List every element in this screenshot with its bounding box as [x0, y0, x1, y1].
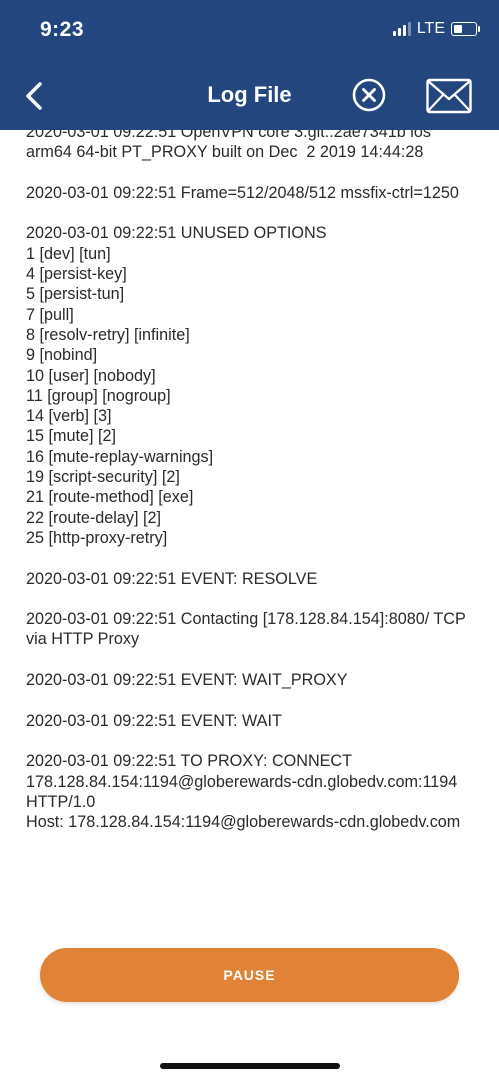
- status-time: 9:23: [40, 18, 85, 41]
- clear-log-button[interactable]: [352, 78, 386, 112]
- home-indicator: [160, 1063, 340, 1069]
- email-log-button[interactable]: [425, 77, 473, 115]
- network-label: LTE: [416, 20, 445, 37]
- status-indicators: LTE: [392, 20, 480, 38]
- log-text: 2020-03-01 09:22:51 OpenVPN core 3.git::…: [26, 123, 466, 832]
- signal-icon: [392, 22, 411, 36]
- app-header: 9:23 LTE Log File: [0, 0, 499, 130]
- close-circle-icon: [352, 78, 386, 112]
- battery-icon: [451, 22, 480, 36]
- log-viewer[interactable]: 2020-03-01 09:22:51 OpenVPN core 3.git::…: [0, 122, 499, 932]
- pause-button[interactable]: PAUSE: [40, 948, 459, 1002]
- battery-level: [454, 25, 462, 33]
- envelope-icon: [426, 78, 472, 114]
